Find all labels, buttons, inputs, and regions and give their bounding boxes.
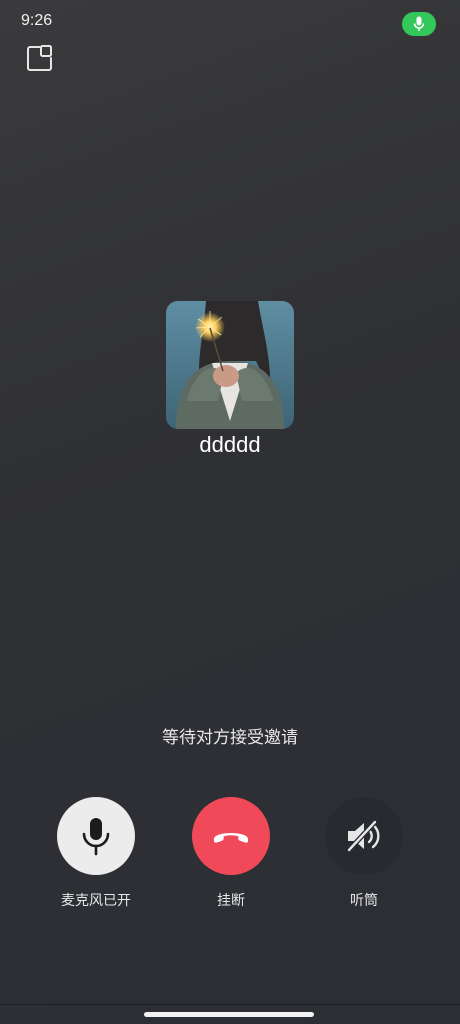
home-indicator[interactable] (144, 1012, 314, 1017)
speaker-off-icon (347, 820, 380, 852)
call-status-text: 等待对方接受邀请 (162, 728, 298, 748)
bottom-divider (0, 1004, 460, 1005)
picture-in-picture-icon (27, 45, 52, 71)
callee-avatar (166, 301, 294, 429)
speaker-label: 听筒 (350, 893, 378, 909)
callee-name: ddddd (199, 432, 261, 457)
hang-up-button[interactable] (192, 797, 270, 875)
hang-up-label: 挂断 (217, 893, 245, 909)
status-time: 9:26 (21, 12, 53, 29)
mic-active-indicator (402, 12, 436, 36)
minimize-window-button[interactable] (26, 44, 54, 72)
status-bar: 9:26 (0, 0, 460, 44)
microphone-icon (82, 818, 110, 856)
microphone-label: 麦克风已开 (61, 893, 131, 909)
speaker-toggle-button[interactable] (325, 797, 403, 875)
microphone-toggle-button[interactable] (57, 797, 135, 875)
microphone-icon (413, 16, 425, 31)
phone-hangup-icon (214, 833, 248, 843)
